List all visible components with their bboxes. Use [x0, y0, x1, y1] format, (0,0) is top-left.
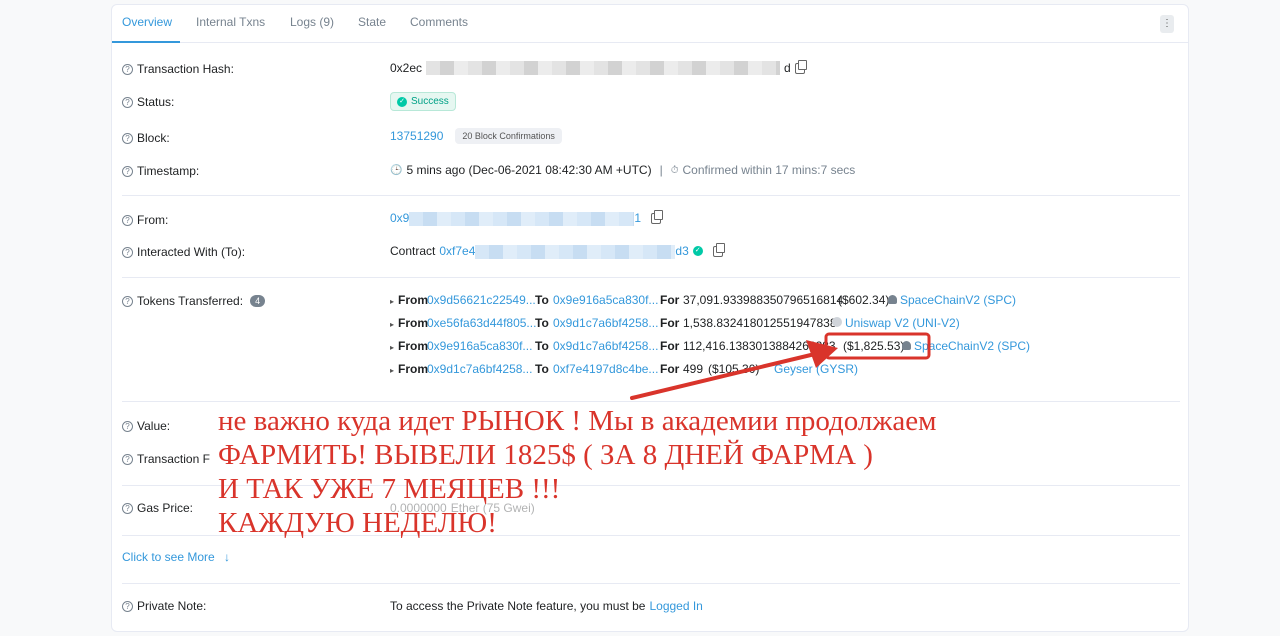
- annotation-overlay: [630, 332, 931, 400]
- highlight-box: [824, 332, 931, 360]
- arrow-shaft: [630, 352, 817, 400]
- annotation-text: не важно куда идет РЫНОК ! Мы в академии…: [218, 405, 937, 539]
